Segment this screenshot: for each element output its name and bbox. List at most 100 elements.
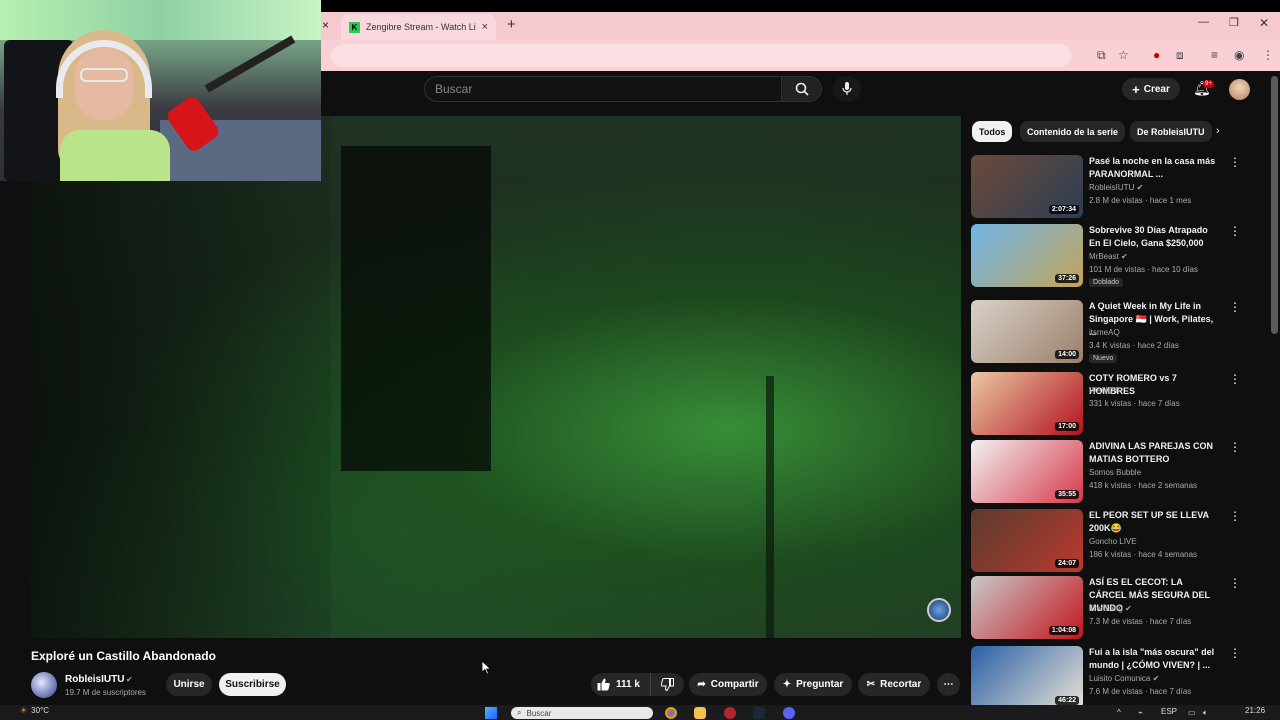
dislike-button[interactable] bbox=[651, 678, 684, 691]
chip-from-channel[interactable]: De RobleisIUTU bbox=[1130, 121, 1212, 142]
browser-tab[interactable]: K Zengibre Stream - Watch Live o × bbox=[341, 14, 496, 40]
window-close-icon[interactable]: ✕ bbox=[1259, 16, 1269, 30]
webcam-person-top bbox=[60, 130, 170, 181]
channel-name[interactable]: RobleisIUTU bbox=[65, 674, 124, 685]
like-button[interactable]: 111 k bbox=[591, 673, 651, 696]
recommendation-channel[interactable]: Goncho LIVE bbox=[1089, 537, 1137, 546]
weather-widget[interactable]: ☀ 30°C bbox=[20, 706, 49, 715]
microphone-icon bbox=[842, 82, 852, 95]
video-thumbnail[interactable]: 14:00 bbox=[971, 300, 1083, 363]
recommendation-channel-name: Luisito Comunica bbox=[1089, 674, 1151, 683]
recommendation-meta: 2.8 M de vistas · hace 1 mes bbox=[1089, 196, 1192, 205]
extensions-puzzle-icon[interactable]: ⧈ bbox=[1176, 48, 1184, 63]
recommendation-meta: 7.6 M de vistas · hace 7 días bbox=[1089, 687, 1192, 696]
channel-watermark-icon[interactable] bbox=[927, 598, 951, 622]
ask-label: Preguntar bbox=[796, 679, 844, 690]
taskbar-clock[interactable]: 21:26 bbox=[1245, 706, 1265, 715]
app-red-icon[interactable] bbox=[724, 707, 736, 719]
ask-button[interactable]: ✦ Preguntar bbox=[774, 673, 852, 696]
account-avatar[interactable] bbox=[1229, 79, 1250, 100]
verified-icon: ✔ bbox=[1134, 183, 1144, 192]
voice-search-button[interactable] bbox=[833, 76, 861, 102]
video-thumbnail[interactable]: 2:07:34 bbox=[971, 155, 1083, 218]
chip-series-content[interactable]: Contenido de la serie bbox=[1020, 121, 1126, 142]
recommendation-title[interactable]: Sobrevive 30 Días Atrapado En El Cielo, … bbox=[1089, 224, 1221, 250]
media-queue-icon[interactable]: ≡ bbox=[1211, 48, 1218, 62]
windows-start-icon[interactable] bbox=[485, 707, 497, 719]
search-icon bbox=[795, 82, 809, 96]
verified-icon: ✔ bbox=[1150, 674, 1160, 683]
share-button[interactable]: ➦ Compartir bbox=[689, 673, 767, 696]
thumbs-up-icon bbox=[597, 678, 610, 691]
tray-app-icon[interactable]: ⌁ bbox=[1138, 708, 1143, 717]
bookmark-star-icon[interactable]: ☆ bbox=[1118, 48, 1129, 62]
video-thumbnail[interactable]: 35:55 bbox=[971, 440, 1083, 503]
tab-close-icon[interactable]: × bbox=[482, 21, 488, 33]
clip-button[interactable]: ✂ Recortar bbox=[858, 673, 930, 696]
temperature: 30°C bbox=[31, 706, 50, 715]
browser-menu-icon[interactable]: ⋮ bbox=[1262, 48, 1274, 62]
sparkle-icon: ✦ bbox=[782, 679, 792, 690]
more-vertical-icon[interactable]: ⋮ bbox=[1229, 224, 1241, 238]
more-vertical-icon[interactable]: ⋮ bbox=[1229, 646, 1241, 660]
language-indicator[interactable]: ESP bbox=[1161, 707, 1177, 716]
webcam-wall bbox=[0, 0, 321, 40]
recommendation-title[interactable]: EL PEOR SET UP SE LLEVA 200K😂 bbox=[1089, 509, 1221, 535]
search-button[interactable] bbox=[781, 76, 822, 102]
more-vertical-icon[interactable]: ⋮ bbox=[1229, 155, 1241, 169]
tab-bar-top-strip bbox=[321, 0, 1280, 12]
taskbar-search-input[interactable]: ⌕ Buscar bbox=[511, 707, 653, 719]
video-thumbnail[interactable]: 46:22 bbox=[971, 646, 1083, 709]
tab-close-left-icon[interactable]: × bbox=[322, 18, 329, 32]
recommendation-channel-name: RobleisIUTU bbox=[1089, 183, 1135, 192]
scrollbar[interactable] bbox=[1271, 76, 1278, 334]
chip-todos[interactable]: Todos bbox=[972, 121, 1013, 142]
window-maximize-icon[interactable]: ❐ bbox=[1229, 16, 1239, 29]
recommendation-meta: 7.3 M de vistas · hace 7 días bbox=[1089, 617, 1192, 626]
chevron-right-icon[interactable]: › bbox=[1216, 125, 1220, 137]
steam-icon[interactable] bbox=[753, 707, 765, 719]
more-vertical-icon[interactable]: ⋮ bbox=[1229, 576, 1241, 590]
recommendation-channel-name: Goncho LIVE bbox=[1089, 537, 1137, 546]
video-player[interactable] bbox=[31, 116, 961, 638]
video-thumbnail[interactable]: 37:26 bbox=[971, 224, 1083, 287]
extension-red-icon[interactable]: ● bbox=[1153, 48, 1160, 62]
recommendation-channel[interactable]: WANDII bbox=[1089, 386, 1118, 395]
recommendation-title[interactable]: ADIVINA LAS PAREJAS CON MATIAS BOTTERO bbox=[1089, 440, 1221, 466]
recommendation-channel[interactable]: MrBeast ✔ bbox=[1089, 252, 1128, 261]
mouse-cursor-icon bbox=[482, 661, 491, 675]
window-minimize-icon[interactable]: — bbox=[1198, 16, 1209, 28]
more-vertical-icon[interactable]: ⋮ bbox=[1229, 372, 1241, 386]
recommendation-channel[interactable]: Somos Bubble bbox=[1089, 468, 1141, 477]
profile-icon[interactable]: ◉ bbox=[1234, 48, 1244, 62]
install-app-icon[interactable]: ⧉ bbox=[1097, 48, 1106, 63]
recommendation-title[interactable]: Pasé la noche en la casa más PARANORMAL … bbox=[1089, 155, 1221, 181]
recommendation-channel[interactable]: itsmeAQ bbox=[1089, 328, 1120, 337]
more-vertical-icon[interactable]: ⋮ bbox=[1229, 300, 1241, 314]
recommendation-title[interactable]: Fui a la isla "más oscura" del mundo | ¿… bbox=[1089, 646, 1221, 672]
discord-icon[interactable] bbox=[783, 707, 795, 719]
more-vertical-icon[interactable]: ⋮ bbox=[1229, 509, 1241, 523]
network-icon[interactable]: ▭ bbox=[1188, 708, 1196, 717]
chrome-app-icon[interactable] bbox=[665, 707, 677, 719]
create-button[interactable]: + Crear bbox=[1122, 78, 1180, 100]
subscribe-button[interactable]: Suscribirse bbox=[219, 673, 286, 696]
recommendation-channel[interactable]: TheGrefg ✔ bbox=[1089, 604, 1132, 613]
more-vertical-icon[interactable]: ⋮ bbox=[1229, 440, 1241, 454]
video-thumbnail[interactable]: 1:04:08 bbox=[971, 576, 1083, 639]
video-thumbnail[interactable]: 24:07 bbox=[971, 509, 1083, 572]
volume-icon[interactable]: 🔈︎ bbox=[1203, 708, 1208, 718]
scissors-icon: ✂ bbox=[866, 679, 876, 690]
more-actions-button[interactable]: ⋯ bbox=[937, 673, 960, 696]
video-thumbnail[interactable]: 17:00 bbox=[971, 372, 1083, 435]
channel-avatar[interactable] bbox=[31, 672, 57, 698]
join-button[interactable]: Unirse bbox=[166, 673, 212, 696]
file-explorer-icon[interactable] bbox=[694, 707, 706, 719]
new-tab-button[interactable]: + bbox=[507, 16, 516, 33]
address-bar[interactable] bbox=[331, 44, 1071, 67]
recommendation-channel[interactable]: Luisito Comunica ✔ bbox=[1089, 674, 1159, 683]
tray-chevron-icon[interactable]: ^ bbox=[1117, 708, 1121, 717]
recommendation-channel[interactable]: RobleisIUTU ✔ bbox=[1089, 183, 1143, 192]
search-input[interactable]: Buscar bbox=[424, 76, 782, 102]
search-placeholder: Buscar bbox=[435, 82, 473, 96]
